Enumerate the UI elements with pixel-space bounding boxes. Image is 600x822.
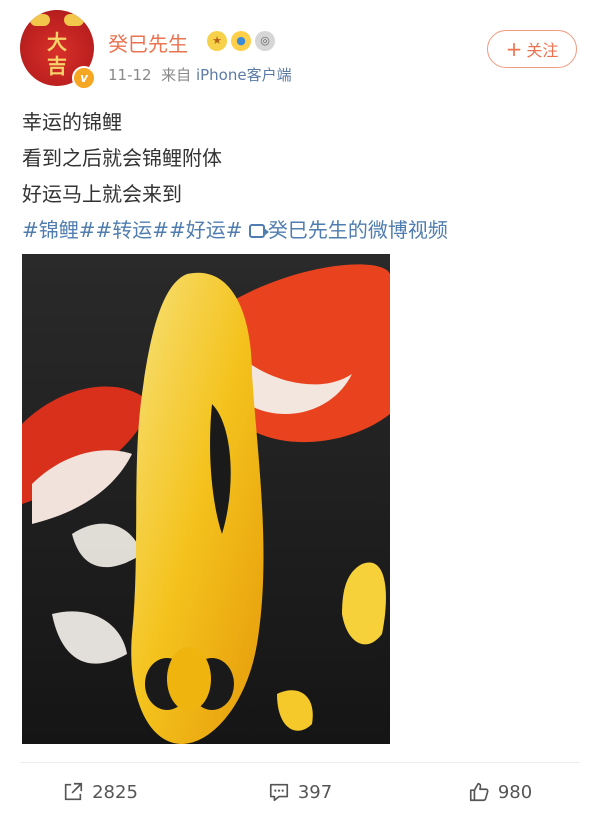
video-link[interactable]: 癸巳先生的微博视频 [248, 218, 448, 242]
repost-count: 2825 [92, 781, 138, 803]
content-line: 看到之后就会锦鲤附体 [22, 146, 222, 170]
post-date: 11-12 [108, 66, 152, 84]
username[interactable]: 癸巳先生 [108, 28, 188, 57]
repost-icon [64, 782, 83, 801]
post-meta: 11-12 来自 iPhone客户端 [108, 64, 292, 85]
plus-icon: + [505, 37, 523, 61]
divider [20, 762, 580, 763]
verified-icon: v [72, 66, 96, 90]
trophy-icon[interactable]: ★ [207, 31, 227, 51]
like-count: 980 [497, 781, 533, 803]
like-icon [469, 782, 489, 802]
ox-icon [64, 14, 84, 26]
medal-icon[interactable]: ◎ [255, 31, 275, 51]
ox-icon [30, 14, 50, 26]
fan-badge-icon[interactable]: ● [231, 31, 251, 51]
hashtag-link[interactable]: #好运# [169, 218, 243, 242]
comment-button[interactable]: 397 [200, 770, 400, 814]
source-prefix: 来自 [161, 66, 192, 84]
content-line: 好运马上就会来到 [22, 182, 182, 206]
user-badges: ★ ● ◎ [207, 31, 275, 51]
comment-icon [269, 783, 288, 802]
action-bar: 2825 397 980 [0, 770, 600, 814]
video-icon [248, 224, 269, 238]
video-thumbnail[interactable] [22, 254, 390, 744]
tag-line: #锦鲤##转运##好运# 癸巳先生的微博视频 [22, 212, 448, 248]
post-source[interactable]: iPhone客户端 [196, 66, 292, 84]
repost-button[interactable]: 2825 [0, 770, 200, 814]
hashtag-link[interactable]: #转运# [96, 218, 170, 242]
content-line: 幸运的锦鲤 [22, 110, 122, 134]
video-link-label: 癸巳先生的微博视频 [267, 218, 448, 242]
follow-button[interactable]: + 关注 [487, 30, 577, 68]
hashtag-link[interactable]: #锦鲤# [22, 218, 96, 242]
follow-label: 关注 [526, 41, 559, 60]
like-button[interactable]: 980 [400, 770, 600, 814]
comment-count: 397 [297, 781, 333, 803]
koi-fish-icon [22, 254, 390, 744]
post-content: 幸运的锦鲤 看到之后就会锦鲤附体 好运马上就会来到 #锦鲤##转运##好运# 癸… [22, 104, 448, 248]
